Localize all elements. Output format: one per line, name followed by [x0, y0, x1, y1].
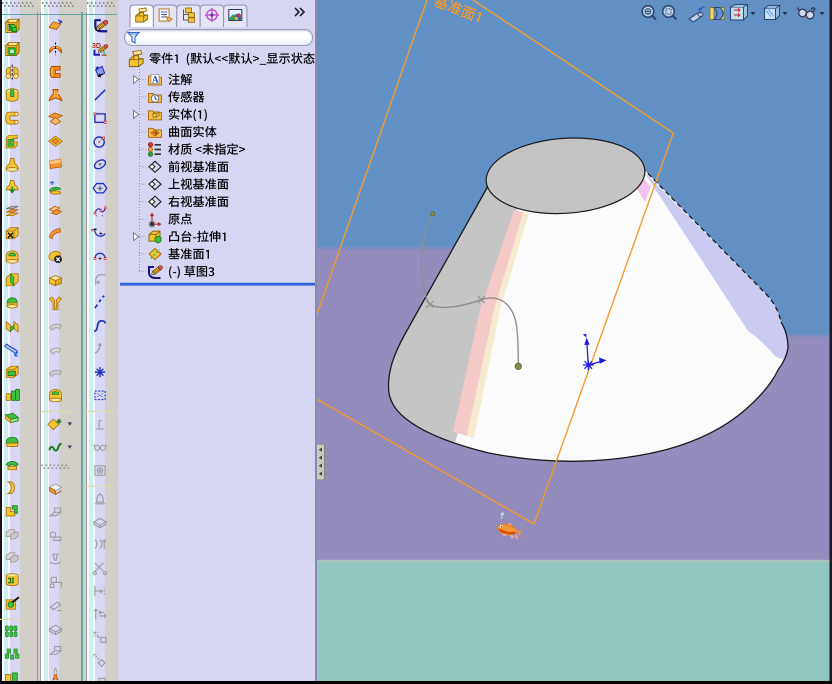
- svg-text:A: A: [152, 75, 159, 85]
